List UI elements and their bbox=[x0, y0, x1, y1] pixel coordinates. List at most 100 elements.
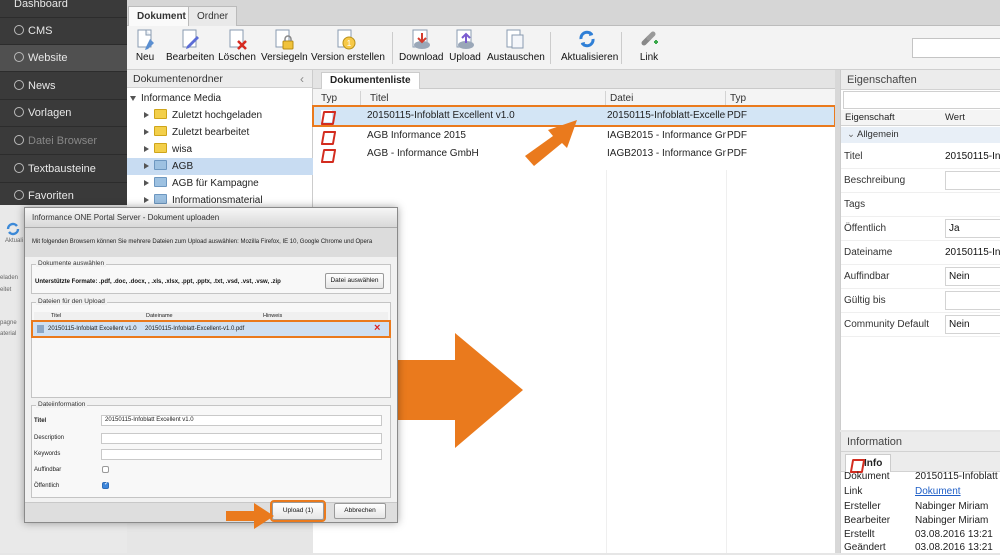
prop-row-gueltig-bis[interactable]: Gültig bis bbox=[841, 289, 1000, 313]
folder-icon bbox=[154, 177, 167, 187]
nav-item-news[interactable]: News bbox=[0, 73, 127, 100]
tab-ordner[interactable]: Ordner bbox=[188, 6, 238, 26]
aktualisieren-button[interactable]: Aktualisieren bbox=[561, 28, 619, 68]
collapse-icon[interactable]: ‹ bbox=[300, 70, 304, 88]
prop-row-titel[interactable]: Titel 20150115-Infoblatt bbox=[841, 145, 1000, 169]
nav-item-textbausteine[interactable]: Textbausteine bbox=[0, 156, 127, 183]
fieldset-dokumente-auswaehlen: Dokumente auswählen Unterstützte Formate… bbox=[31, 260, 391, 294]
check-icon: ✓ bbox=[104, 481, 110, 487]
col-header-datei[interactable]: Datei bbox=[606, 91, 726, 106]
document-link[interactable]: Dokument bbox=[915, 485, 1000, 499]
prop-input[interactable] bbox=[945, 291, 1000, 310]
upload-icon bbox=[454, 28, 476, 50]
nav-item-cms[interactable]: CMS bbox=[0, 18, 127, 45]
prop-row-tags[interactable]: Tags bbox=[841, 193, 1000, 217]
row-type: PDF bbox=[727, 148, 747, 159]
tab-dokumentenliste[interactable]: Dokumentenliste bbox=[321, 72, 420, 89]
folder-icon bbox=[154, 160, 167, 170]
toolbar-separator bbox=[621, 32, 622, 64]
auffindbar-checkbox[interactable] bbox=[102, 466, 109, 473]
col-header-typ[interactable]: Typ bbox=[317, 91, 361, 106]
group-allgemein[interactable]: ⌄ Allgemein bbox=[841, 127, 1000, 143]
aktualisieren-label: Aktualisieren bbox=[561, 52, 619, 63]
tree-item-wisa[interactable]: wisa bbox=[127, 141, 313, 158]
prop-row-dateiname[interactable]: Dateiname 20150115-Infoblatt bbox=[841, 241, 1000, 265]
expand-icon[interactable] bbox=[144, 197, 149, 203]
nav-item-dashboard[interactable]: Dashboard bbox=[0, 0, 127, 18]
prop-key: Titel bbox=[844, 151, 863, 162]
neu-button[interactable]: Neu bbox=[131, 28, 159, 68]
prop-key: Community Default bbox=[844, 319, 930, 330]
delete-document-icon bbox=[226, 28, 248, 50]
information-panel: Information Info Dokument 20150115-Infobl… bbox=[840, 432, 1000, 553]
oeffentlich-label: Öffentlich bbox=[34, 483, 60, 489]
link-button[interactable]: Link bbox=[634, 28, 664, 68]
new-document-icon bbox=[134, 28, 156, 50]
search-input[interactable] bbox=[912, 38, 1000, 58]
datei-auswaehlen-button[interactable]: Datei auswählen bbox=[325, 273, 384, 289]
upload-dialog: Informance ONE Portal Server - Dokument … bbox=[24, 207, 398, 523]
expand-icon[interactable] bbox=[144, 163, 149, 169]
upload-file-row[interactable]: 20150115-Infoblatt Excellent v1.0 201501… bbox=[31, 320, 391, 338]
text-icon bbox=[14, 163, 24, 173]
prop-row-community-default[interactable]: Community Default Nein bbox=[841, 313, 1000, 337]
keywords-input[interactable] bbox=[101, 449, 382, 460]
remove-icon[interactable]: × bbox=[374, 322, 380, 335]
tree-item-agb[interactable]: AGB bbox=[127, 158, 313, 175]
expand-icon[interactable] bbox=[144, 129, 149, 135]
upload-submit-button[interactable]: Upload (1) bbox=[270, 500, 326, 522]
keywords-label: Keywords bbox=[34, 451, 61, 457]
pdf-icon bbox=[321, 130, 332, 142]
expand-icon[interactable] bbox=[144, 180, 149, 186]
versiegeln-label: Versiegeln bbox=[261, 52, 308, 63]
tree-item-zuletzt-hochgeladen[interactable]: Zuletzt hochgeladen bbox=[127, 107, 313, 124]
download-icon bbox=[410, 28, 432, 50]
tree-item-informance-media[interactable]: Informance Media bbox=[127, 90, 313, 107]
info-row-dokument: Dokument 20150115-Infoblatt Exce bbox=[841, 470, 1000, 484]
tab-info-label: Info bbox=[864, 458, 883, 469]
prop-row-beschreibung[interactable]: Beschreibung bbox=[841, 169, 1000, 193]
version-erstellen-button[interactable]: 1 Version erstellen bbox=[311, 28, 385, 68]
tree-item-agb-kampagne[interactable]: AGB für Kampagne bbox=[127, 175, 313, 192]
expand-icon[interactable] bbox=[144, 146, 149, 152]
nav-label: Textbausteine bbox=[28, 163, 96, 175]
upload-button[interactable]: Upload bbox=[448, 28, 482, 68]
file-icon bbox=[14, 135, 24, 145]
prop-value: Nein bbox=[949, 271, 970, 282]
fieldset-legend: Dateien für den Upload bbox=[36, 298, 107, 305]
tree-label: eitet bbox=[0, 287, 12, 293]
loeschen-button[interactable]: Löschen bbox=[218, 28, 256, 68]
nav-item-vorlagen[interactable]: Vorlagen bbox=[0, 100, 127, 127]
folder-icon bbox=[154, 194, 167, 204]
information-title: Information bbox=[841, 432, 1000, 452]
info-key: Bearbeiter bbox=[844, 515, 891, 526]
tab-dokument[interactable]: Dokument bbox=[128, 6, 195, 26]
download-button[interactable]: Download bbox=[399, 28, 443, 68]
expand-icon[interactable] bbox=[130, 96, 136, 101]
info-value: Nabinger Miriam bbox=[915, 515, 989, 526]
prop-row-auffindbar[interactable]: Auffindbar Nein bbox=[841, 265, 1000, 289]
oeffentlich-checkbox[interactable]: ✓ bbox=[102, 481, 110, 489]
prop-key: Öffentlich bbox=[844, 223, 887, 234]
expand-icon[interactable] bbox=[144, 112, 149, 118]
titel-input[interactable]: 20150115-Infoblatt Excellent v1.0 bbox=[101, 415, 382, 426]
austauschen-button[interactable]: Austauschen bbox=[487, 28, 545, 68]
abbrechen-button[interactable]: Abbrechen bbox=[334, 503, 386, 519]
folder-panel: Dokumentenordner ‹ Informance Media Zulet… bbox=[127, 70, 313, 210]
properties-filter-input[interactable] bbox=[843, 91, 1000, 109]
nav-item-datei-browser[interactable]: Datei Browser bbox=[0, 128, 127, 155]
star-icon bbox=[14, 190, 24, 200]
versiegeln-button[interactable]: Versiegeln bbox=[261, 28, 308, 68]
prop-value: 20150115-Infoblatt bbox=[945, 151, 1000, 162]
dialog-note: Mit folgenden Browsern können Sie mehrer… bbox=[25, 228, 397, 257]
prop-row-oeffentlich[interactable]: Öffentlich Ja bbox=[841, 217, 1000, 241]
bearbeiten-button[interactable]: Bearbeiten bbox=[166, 28, 214, 68]
tree-item-zuletzt-bearbeitet[interactable]: Zuletzt bearbeitet bbox=[127, 124, 313, 141]
nav-item-website[interactable]: Website bbox=[0, 45, 127, 72]
properties-title: Eigenschaften bbox=[841, 70, 1000, 90]
prop-input[interactable] bbox=[945, 171, 1000, 190]
col-header-typ2[interactable]: Typ bbox=[726, 91, 835, 106]
description-input[interactable] bbox=[101, 433, 382, 444]
pdf-icon bbox=[321, 110, 332, 122]
col-header-titel[interactable]: Titel bbox=[366, 91, 606, 106]
